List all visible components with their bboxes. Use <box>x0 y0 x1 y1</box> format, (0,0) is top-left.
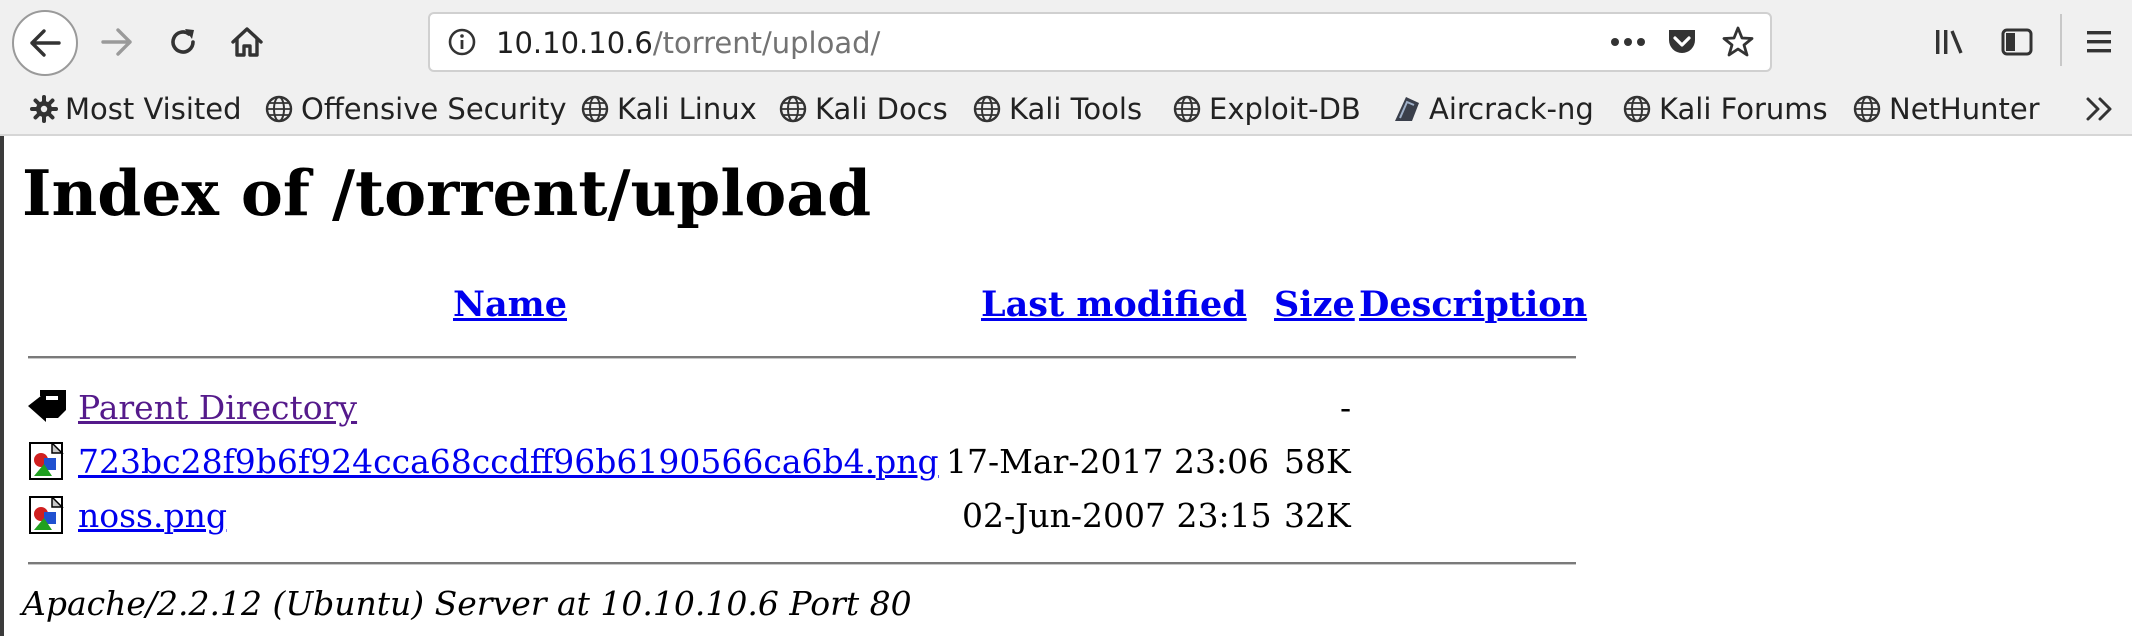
bookmark-label: NetHunter <box>1889 92 2040 126</box>
row-last-modified: 17-Mar-2017 23:06 <box>946 442 1270 481</box>
globe-icon <box>779 95 807 123</box>
image-file-icon <box>29 442 64 480</box>
page-content: Index of /torrent/upload Name Last modif… <box>0 136 2132 636</box>
back-button[interactable] <box>12 10 78 76</box>
aircrack-icon <box>1395 97 1419 121</box>
file-link[interactable]: 723bc28f9b6f924cca68ccdff96b6190566ca6b4… <box>78 442 939 481</box>
parent-directory-link[interactable]: Parent Directory <box>78 388 357 427</box>
bookmark-label: Aircrack-ng <box>1429 92 1594 126</box>
bookmark-exploit-db[interactable]: Exploit-DB <box>1172 89 1361 129</box>
url-path: /torrent/upload/ <box>652 26 881 60</box>
bookmark-kali-forums[interactable]: Kali Forums <box>1622 89 1828 129</box>
url-bar[interactable]: 10.10.10.6/torrent/upload/ <box>428 12 1772 72</box>
globe-icon <box>973 95 1001 123</box>
arrow-left-icon <box>30 29 61 57</box>
globe-icon <box>581 95 609 123</box>
reload-icon <box>171 29 195 54</box>
globe-icon <box>265 95 293 123</box>
column-header-name[interactable]: Name <box>453 284 567 325</box>
bookmark-star-icon[interactable] <box>1720 24 1756 60</box>
home-icon <box>231 27 263 57</box>
back-arrow-icon <box>28 390 66 422</box>
bookmark-offensive-security[interactable]: Offensive Security <box>264 89 567 129</box>
browser-toolbar: 10.10.10.6/torrent/upload/ <box>0 0 2132 84</box>
column-header-size[interactable]: Size <box>1274 284 1355 325</box>
page-title: Index of /torrent/upload <box>22 156 872 230</box>
home-button[interactable] <box>214 10 280 74</box>
toolbar-divider <box>2060 14 2062 66</box>
bookmark-kali-linux[interactable]: Kali Linux <box>580 89 757 129</box>
bookmark-label: Kali Tools <box>1009 92 1143 126</box>
page-actions-icon[interactable] <box>1608 26 1648 58</box>
arrow-right-icon <box>101 28 132 56</box>
column-header-description[interactable]: Description <box>1359 284 1587 325</box>
bookmark-label: Offensive Security <box>301 92 567 126</box>
globe-icon <box>1623 95 1651 123</box>
bookmark-label: Kali Docs <box>815 92 948 126</box>
pocket-icon[interactable] <box>1664 24 1700 60</box>
file-link[interactable]: noss.png <box>78 496 227 535</box>
row-size: - <box>1340 388 1352 427</box>
library-icon[interactable] <box>1932 24 1968 60</box>
image-file-icon <box>29 496 64 534</box>
column-header-last-modified[interactable]: Last modified <box>981 284 1247 325</box>
globe-icon <box>1853 95 1881 123</box>
bookmark-label: Exploit-DB <box>1209 92 1361 126</box>
site-info-icon[interactable] <box>446 26 478 58</box>
bookmarks-overflow-chevron-icon[interactable] <box>2080 92 2120 126</box>
gear-icon <box>30 95 58 123</box>
row-last-modified: 02-Jun-2007 23:15 <box>962 496 1272 535</box>
bookmark-aircrack-ng[interactable]: Aircrack-ng <box>1392 89 1594 129</box>
globe-icon <box>1173 95 1201 123</box>
row-size: 32K <box>1284 496 1351 535</box>
menu-icon[interactable] <box>2082 24 2116 60</box>
server-signature: Apache/2.2.12 (Ubuntu) Server at 10.10.1… <box>22 584 912 623</box>
sidebar-icon[interactable] <box>1998 24 2036 60</box>
url-text[interactable]: 10.10.10.6/torrent/upload/ <box>496 26 880 60</box>
header-divider <box>28 356 1576 359</box>
reload-button[interactable] <box>150 10 216 74</box>
bookmark-most-visited[interactable]: Most Visited <box>30 89 242 129</box>
url-host: 10.10.10.6 <box>496 26 653 60</box>
footer-divider <box>28 562 1576 565</box>
row-size: 58K <box>1284 442 1351 481</box>
forward-button[interactable] <box>84 10 150 74</box>
bookmark-nethunter[interactable]: NetHunter <box>1852 89 2040 129</box>
bookmark-label: Kali Linux <box>617 92 757 126</box>
bookmark-label: Kali Forums <box>1659 92 1828 126</box>
bookmark-kali-tools[interactable]: Kali Tools <box>972 89 1142 129</box>
bookmark-kali-docs[interactable]: Kali Docs <box>778 89 948 129</box>
bookmarks-bar: Most Visited Offensive Security Kali Lin… <box>0 84 2132 136</box>
bookmark-label: Most Visited <box>65 92 242 126</box>
